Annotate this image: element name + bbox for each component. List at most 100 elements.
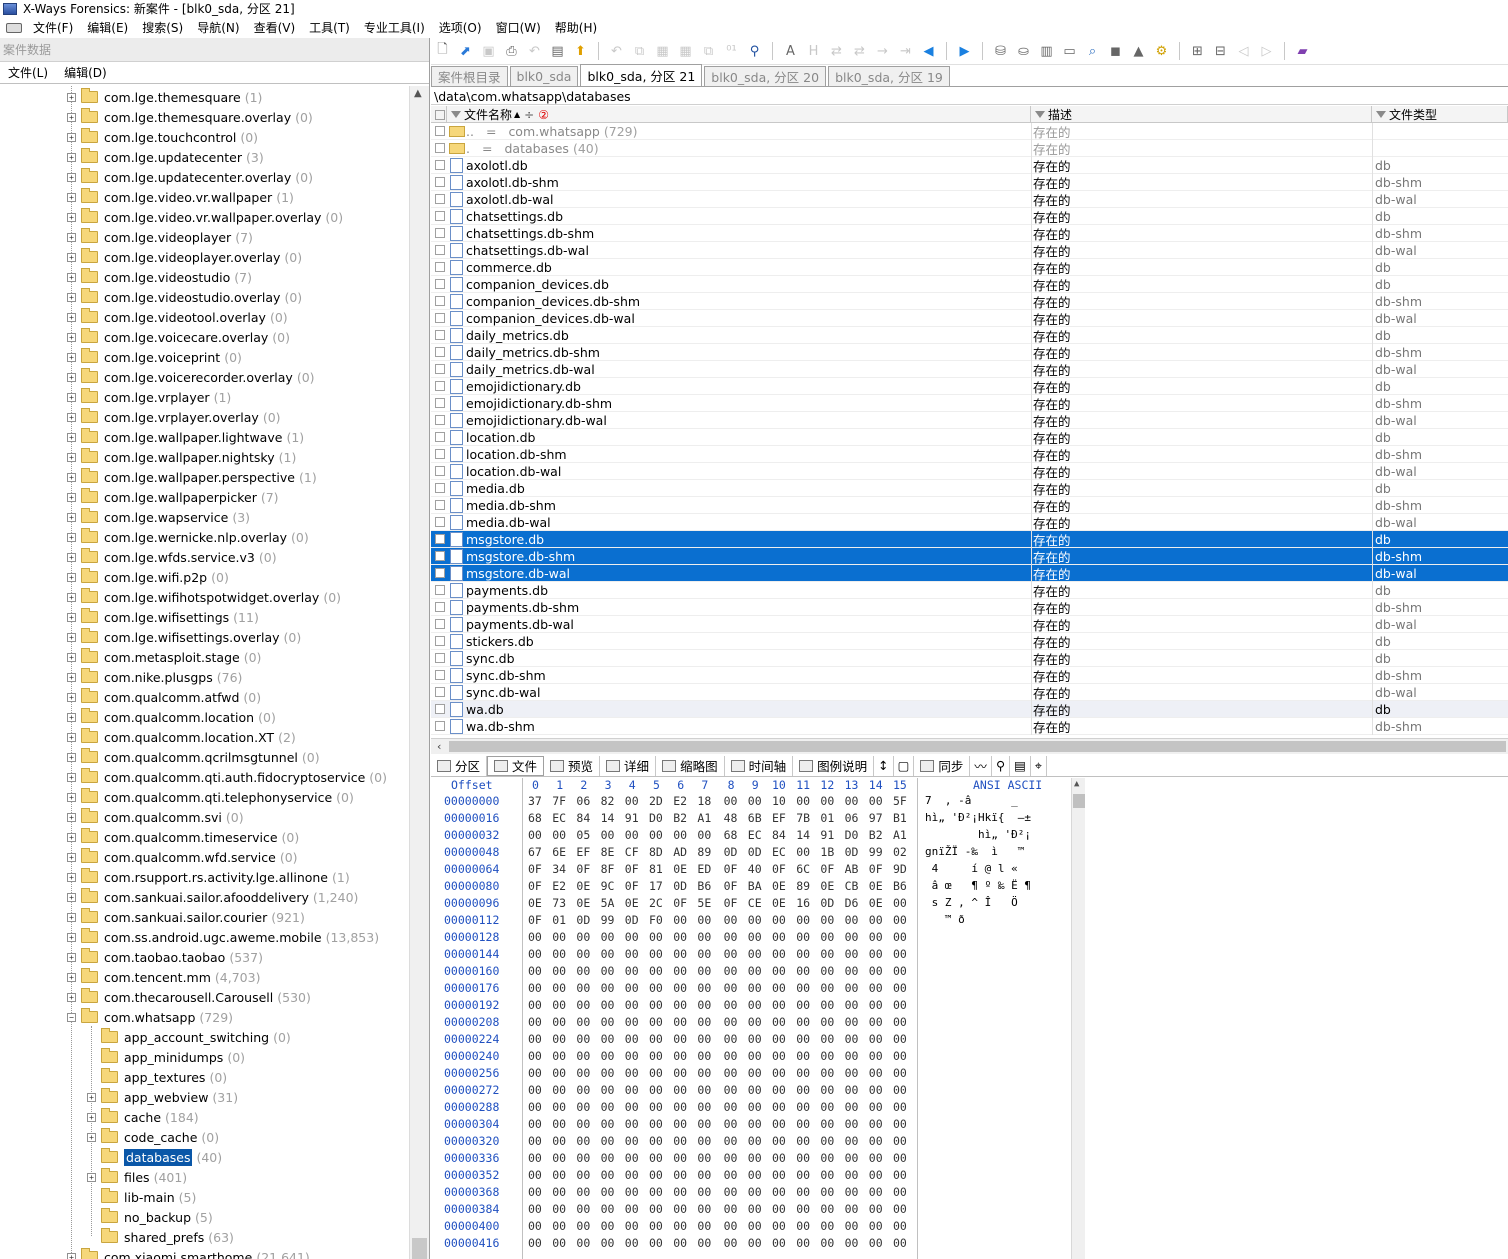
tree-node-com-qualcomm-qti-auth-fidocryptoservice[interactable]: + com.qualcomm.qti.auth.fidocryptoservice… [67, 767, 387, 787]
hex-byte[interactable]: 00 [552, 1168, 566, 1182]
hex-byte[interactable]: B2 [673, 811, 687, 825]
hex-byte[interactable]: 00 [697, 1236, 711, 1250]
book-icon[interactable]: ▰ [1294, 43, 1311, 60]
hex-byte[interactable]: E2 [552, 879, 566, 893]
row-checkbox[interactable] [435, 568, 445, 578]
hex-byte[interactable]: 00 [796, 1219, 810, 1233]
hex-byte[interactable]: 00 [552, 1049, 566, 1063]
hex-byte[interactable]: 00 [820, 1100, 834, 1114]
hex-byte[interactable]: 00 [528, 828, 542, 842]
collapse-icon[interactable]: − [67, 1012, 76, 1022]
tree-node-databases[interactable]: databases (40) [87, 1147, 222, 1167]
expand-icon[interactable]: + [67, 612, 76, 622]
hex-byte[interactable]: 5E [697, 896, 711, 910]
hex-byte[interactable]: 00 [772, 1015, 786, 1029]
tab-0[interactable]: 案件根目录 [431, 66, 508, 86]
hex-byte[interactable]: 00 [601, 1049, 615, 1063]
hex-byte[interactable]: 00 [552, 1151, 566, 1165]
hex-byte[interactable]: 00 [576, 1066, 590, 1080]
expand-icon[interactable]: + [67, 272, 76, 282]
hex-byte[interactable]: 00 [528, 1117, 542, 1131]
hex-byte[interactable]: 00 [820, 1032, 834, 1046]
hex-byte[interactable]: 00 [772, 1219, 786, 1233]
file-row[interactable]: sync.db-wal 存在的 db-wal [431, 684, 1508, 701]
row-checkbox[interactable] [435, 449, 445, 459]
hex-byte[interactable]: 00 [724, 794, 738, 808]
hex-byte[interactable]: 0E [869, 879, 883, 893]
hex-byte[interactable]: 00 [649, 1083, 663, 1097]
hex-byte[interactable]: 00 [772, 1100, 786, 1114]
hex-byte[interactable]: 00 [576, 1202, 590, 1216]
hex-byte[interactable]: 00 [528, 964, 542, 978]
hex-byte[interactable]: B6 [893, 879, 907, 893]
hex-byte[interactable]: 00 [796, 1236, 810, 1250]
file-row[interactable]: msgstore.db-wal 存在的 db-wal [431, 565, 1508, 582]
hex-byte[interactable]: 00 [649, 1032, 663, 1046]
hex-byte[interactable]: 00 [552, 1185, 566, 1199]
hex-byte[interactable]: 0D [748, 845, 762, 859]
hex-byte[interactable]: 00 [772, 930, 786, 944]
hex-byte[interactable]: 00 [724, 1015, 738, 1029]
expand-icon[interactable]: + [87, 1092, 96, 1102]
file-row[interactable]: commerce.db 存在的 db [431, 259, 1508, 276]
hex-byte[interactable]: 00 [748, 1219, 762, 1233]
goto-sector-icon[interactable]: ⇥ [897, 43, 914, 60]
expand-icon[interactable]: + [67, 692, 76, 702]
hex-byte[interactable]: 00 [748, 930, 762, 944]
hex-byte[interactable]: 00 [673, 981, 687, 995]
hex-byte[interactable]: 00 [673, 998, 687, 1012]
hex-byte[interactable]: CE [748, 896, 762, 910]
wave-icon[interactable]: 〰 [970, 755, 992, 776]
hex-byte[interactable]: 00 [893, 1015, 907, 1029]
hex-byte[interactable]: 00 [576, 964, 590, 978]
hex-byte[interactable]: 00 [869, 1083, 883, 1097]
hex-byte[interactable]: 00 [724, 1185, 738, 1199]
tree-node-com-sankuai-sailor-afooddelivery[interactable]: + com.sankuai.sailor.afooddelivery (1,240) [67, 887, 358, 907]
hex-byte[interactable]: 00 [601, 1168, 615, 1182]
hex-byte[interactable]: 00 [869, 1168, 883, 1182]
hex-byte[interactable]: 00 [893, 947, 907, 961]
hex-byte[interactable]: 00 [796, 1151, 810, 1165]
hex-byte[interactable]: 00 [772, 1134, 786, 1148]
hex-byte[interactable]: 00 [625, 947, 639, 961]
hex-byte[interactable]: 0F [869, 862, 883, 876]
hex-byte[interactable]: 00 [772, 981, 786, 995]
hex-scroll-thumb[interactable] [1073, 794, 1085, 808]
hex-byte[interactable]: 0F [528, 879, 542, 893]
tree-node-com-qualcomm-svi[interactable]: + com.qualcomm.svi (0) [67, 807, 244, 827]
tree-scrollbar[interactable]: ▲ [409, 86, 429, 1259]
hex-byte[interactable]: 00 [893, 1236, 907, 1250]
hex-byte[interactable]: 00 [893, 1032, 907, 1046]
tree-node-com-lge-updatecenter[interactable]: + com.lge.updatecenter (3) [67, 147, 264, 167]
menu-item[interactable]: 帮助(H) [548, 19, 604, 36]
tree-scroll-thumb[interactable] [412, 1238, 427, 1259]
hex-byte[interactable]: 00 [893, 981, 907, 995]
view-tab-7[interactable]: 同步 [914, 755, 971, 776]
expand-icon[interactable]: + [67, 452, 76, 462]
tree-node-no-backup[interactable]: no_backup (5) [87, 1207, 213, 1227]
hex-byte[interactable]: 00 [673, 1168, 687, 1182]
file-row[interactable]: wa.db-shm 存在的 db-shm [431, 718, 1508, 735]
hex-byte[interactable]: B6 [697, 879, 711, 893]
hex-byte[interactable]: 00 [845, 794, 859, 808]
tree-node-app-webview[interactable]: + app_webview (31) [87, 1087, 238, 1107]
hex-byte[interactable]: 5F [893, 794, 907, 808]
hex-byte[interactable]: 00 [601, 1236, 615, 1250]
hex-byte[interactable]: 8D [649, 845, 663, 859]
header-checkbox[interactable] [435, 109, 445, 120]
hex-byte[interactable]: 00 [820, 1168, 834, 1182]
hex-byte[interactable]: 37 [528, 794, 542, 808]
hex-byte[interactable]: A1 [697, 811, 711, 825]
hex-byte[interactable]: 00 [748, 1049, 762, 1063]
hex-byte[interactable]: 00 [528, 998, 542, 1012]
hex-byte[interactable]: 00 [724, 913, 738, 927]
file-row[interactable]: media.db-wal 存在的 db-wal [431, 514, 1508, 531]
expand-icon[interactable]: + [67, 572, 76, 582]
tree-node-com-lge-updatecenter-overlay[interactable]: + com.lge.updatecenter.overlay (0) [67, 167, 313, 187]
hex-byte[interactable]: 0D [625, 913, 639, 927]
hex-byte[interactable]: 00 [576, 1049, 590, 1063]
scroll-up-icon[interactable]: ▲ [414, 88, 422, 99]
hex-byte[interactable]: 91 [820, 828, 834, 842]
hex-byte[interactable]: 00 [893, 1100, 907, 1114]
hex-byte[interactable]: 00 [724, 1168, 738, 1182]
